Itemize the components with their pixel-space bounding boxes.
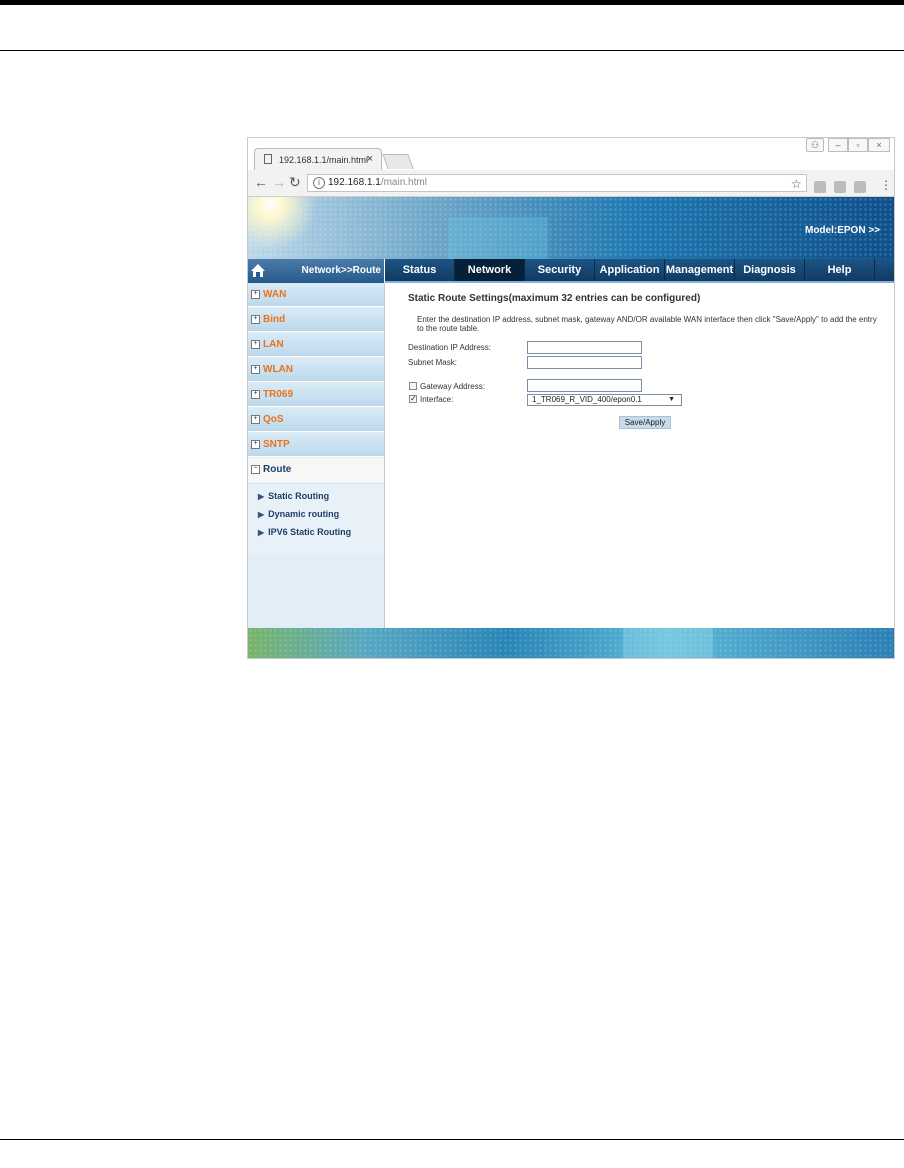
new-tab-button[interactable]: [382, 154, 414, 169]
content-panel: Static Route Settings(maximum 32 entries…: [385, 285, 894, 628]
maximize-button[interactable]: ▫: [848, 138, 868, 152]
expand-plus-icon: +: [251, 440, 260, 449]
expand-plus-icon: +: [251, 390, 260, 399]
banner: Model:EPON >>: [248, 197, 894, 259]
sidebar-item-qos[interactable]: + QoS: [248, 408, 384, 432]
sidebar-header: Network>>Route: [248, 259, 384, 283]
sidebar-item-route[interactable]: − Route: [248, 458, 384, 482]
star-icon[interactable]: ☆: [791, 177, 802, 191]
sidebar-item-label: Route: [263, 464, 292, 475]
page-icon: [264, 154, 272, 164]
tab-security[interactable]: Security: [525, 259, 595, 281]
tab-close-icon[interactable]: ×: [367, 153, 373, 165]
destination-label: Destination IP Address:: [408, 343, 492, 352]
footer-glow: [623, 628, 713, 658]
page-footer-rule: [0, 1139, 904, 1140]
tab-title: 192.168.1.1/main.html: [279, 155, 369, 165]
menu-dots-icon[interactable]: ⋮: [880, 178, 892, 192]
url-input[interactable]: i 192.168.1.1/main.html: [307, 174, 807, 192]
tab-diagnosis[interactable]: Diagnosis: [735, 259, 805, 281]
sidebar-item-bind[interactable]: + Bind: [248, 308, 384, 332]
page-header-rule: [0, 50, 904, 51]
gateway-label: Gateway Address:: [420, 382, 485, 391]
expand-plus-icon: +: [251, 415, 260, 424]
sidebar-item-label: TR069: [263, 389, 294, 400]
sidebar-item-wan[interactable]: + WAN: [248, 283, 384, 307]
tab-application[interactable]: Application: [595, 259, 665, 281]
save-apply-button[interactable]: Save/Apply: [619, 416, 671, 429]
sidebar-item-label: Bind: [263, 314, 286, 325]
address-bar: ← → ↻ i 192.168.1.1/main.html ☆ ⋮: [248, 170, 894, 197]
profile-icon[interactable]: ⚇: [806, 138, 824, 152]
sidebar-item-label: WLAN: [263, 364, 293, 375]
sidebar-item-label: LAN: [263, 339, 284, 350]
model-label: Model:EPON >>: [804, 225, 880, 236]
breadcrumb: Network>>Route: [301, 265, 381, 276]
expand-plus-icon: +: [251, 365, 260, 374]
browser-window: 192.168.1.1/main.html × ⚇ – ▫ × ← → ↻ i …: [247, 137, 895, 659]
interface-select[interactable]: 1_TR069_R_VID_400/epon0.1 ▼: [527, 394, 682, 406]
info-icon[interactable]: i: [313, 177, 325, 189]
banner-glow: [448, 217, 548, 259]
triangle-right-icon: ▶: [258, 510, 265, 519]
submenu-ipv6-static-routing[interactable]: ▶ IPV6 Static Routing: [258, 527, 351, 537]
collapse-minus-icon: −: [251, 465, 260, 474]
sidebar-item-wlan[interactable]: + WLAN: [248, 358, 384, 382]
sidebar-item-label: QoS: [263, 414, 284, 425]
triangle-right-icon: ▶: [258, 492, 265, 501]
tab-status[interactable]: Status: [385, 259, 455, 281]
tab-help[interactable]: Help: [805, 259, 875, 281]
reload-icon[interactable]: ↻: [289, 174, 301, 191]
dropdown-arrow-icon: ▼: [668, 396, 675, 403]
sidebar-item-tr069[interactable]: + TR069: [248, 383, 384, 407]
tab-strip: 192.168.1.1/main.html × ⚇ – ▫ ×: [248, 138, 894, 170]
expand-plus-icon: +: [251, 340, 260, 349]
triangle-right-icon: ▶: [258, 528, 265, 537]
main-nav: Status Network Security Application Mana…: [385, 259, 894, 283]
route-submenu: ▶ Static Routing ▶ Dynamic routing ▶ IPV6 S…: [248, 485, 384, 555]
minimize-button[interactable]: –: [828, 138, 848, 152]
form-description: Enter the destination IP address, subnet…: [417, 315, 877, 333]
submenu-dynamic-routing[interactable]: ▶ Dynamic routing: [258, 509, 339, 519]
gateway-address-input[interactable]: [527, 379, 642, 392]
page-top-rule: [0, 0, 904, 5]
interface-label: Interface:: [420, 395, 454, 404]
router-page: Model:EPON >> Network>>Route Status Netw…: [248, 197, 894, 658]
tab-network[interactable]: Network: [455, 259, 525, 281]
interface-checkbox[interactable]: ✓: [409, 395, 417, 403]
extension-icon[interactable]: [854, 181, 866, 193]
url-text: 192.168.1.1/main.html: [328, 177, 427, 188]
page-title: Static Route Settings(maximum 32 entries…: [408, 293, 701, 304]
browser-tab[interactable]: 192.168.1.1/main.html ×: [254, 148, 382, 170]
subnet-mask-input[interactable]: [527, 356, 642, 369]
expand-plus-icon: +: [251, 315, 260, 324]
interface-selected-value: 1_TR069_R_VID_400/epon0.1: [532, 395, 642, 404]
sidebar: + WAN + Bind + LAN + WLAN + TR069 + QoS: [248, 283, 385, 628]
destination-ip-input[interactable]: [527, 341, 642, 354]
tab-management[interactable]: Management: [665, 259, 735, 281]
submenu-static-routing[interactable]: ▶ Static Routing: [258, 491, 329, 501]
gateway-checkbox[interactable]: [409, 382, 417, 390]
sidebar-item-sntp[interactable]: + SNTP: [248, 433, 384, 457]
house-icon[interactable]: [251, 263, 265, 278]
back-arrow-icon[interactable]: ←: [254, 174, 268, 190]
extension-icon[interactable]: [814, 181, 826, 193]
forward-arrow-icon[interactable]: →: [272, 174, 286, 190]
subnet-mask-label: Subnet Mask:: [408, 358, 457, 367]
footer-banner: [248, 628, 894, 658]
sidebar-item-label: SNTP: [263, 439, 290, 450]
expand-plus-icon: +: [251, 290, 260, 299]
extension-icon[interactable]: [834, 181, 846, 193]
close-window-button[interactable]: ×: [868, 138, 890, 152]
sidebar-item-lan[interactable]: + LAN: [248, 333, 384, 357]
sidebar-item-label: WAN: [263, 289, 287, 300]
